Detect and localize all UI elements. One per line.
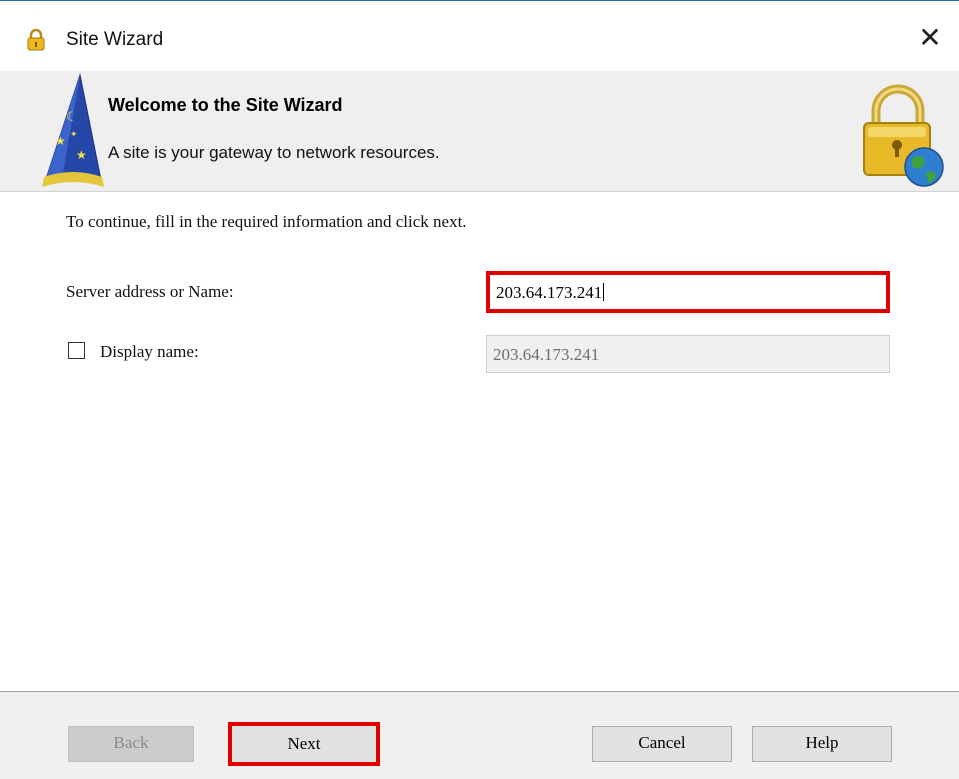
banner-title: Welcome to the Site Wizard [108,95,343,115]
window-title: Site Wizard [66,29,164,50]
back-button[interactable]: Back [68,726,194,762]
instructions-text: To continue, fill in the required inform… [66,212,467,231]
svg-text:☾: ☾ [66,110,78,125]
svg-text:✦: ✦ [70,130,78,140]
svg-text:★: ★ [55,134,66,148]
server-address-input[interactable]: 203.64.173.241 [486,271,890,313]
site-wizard-window: Site Wizard ✕ ☾ ★ ★ ✦ Welcome to the Sit… [0,0,959,779]
title-bar: Site Wizard ✕ [0,1,959,71]
svg-text:★: ★ [76,148,87,162]
wizard-banner: ☾ ★ ★ ✦ Welcome to the Site Wizard A sit… [0,71,959,192]
lock-globe-icon [860,83,944,194]
text-caret [603,283,605,301]
help-button[interactable]: Help [752,726,892,762]
display-name-label: Display name: [100,342,199,361]
banner-subtitle: A site is your gateway to network resour… [108,143,440,162]
cancel-button[interactable]: Cancel [592,726,732,762]
display-name-input: 203.64.173.241 [486,335,890,373]
server-address-value: 203.64.173.241 [496,283,603,302]
lock-app-icon [26,28,46,51]
display-name-value: 203.64.173.241 [493,345,600,364]
close-icon[interactable]: ✕ [915,23,945,53]
next-button[interactable]: Next [228,722,380,766]
display-name-checkbox[interactable] [68,342,85,359]
wizard-hat-icon: ☾ ★ ★ ✦ [40,73,106,194]
server-address-label: Server address or Name: [66,282,234,301]
